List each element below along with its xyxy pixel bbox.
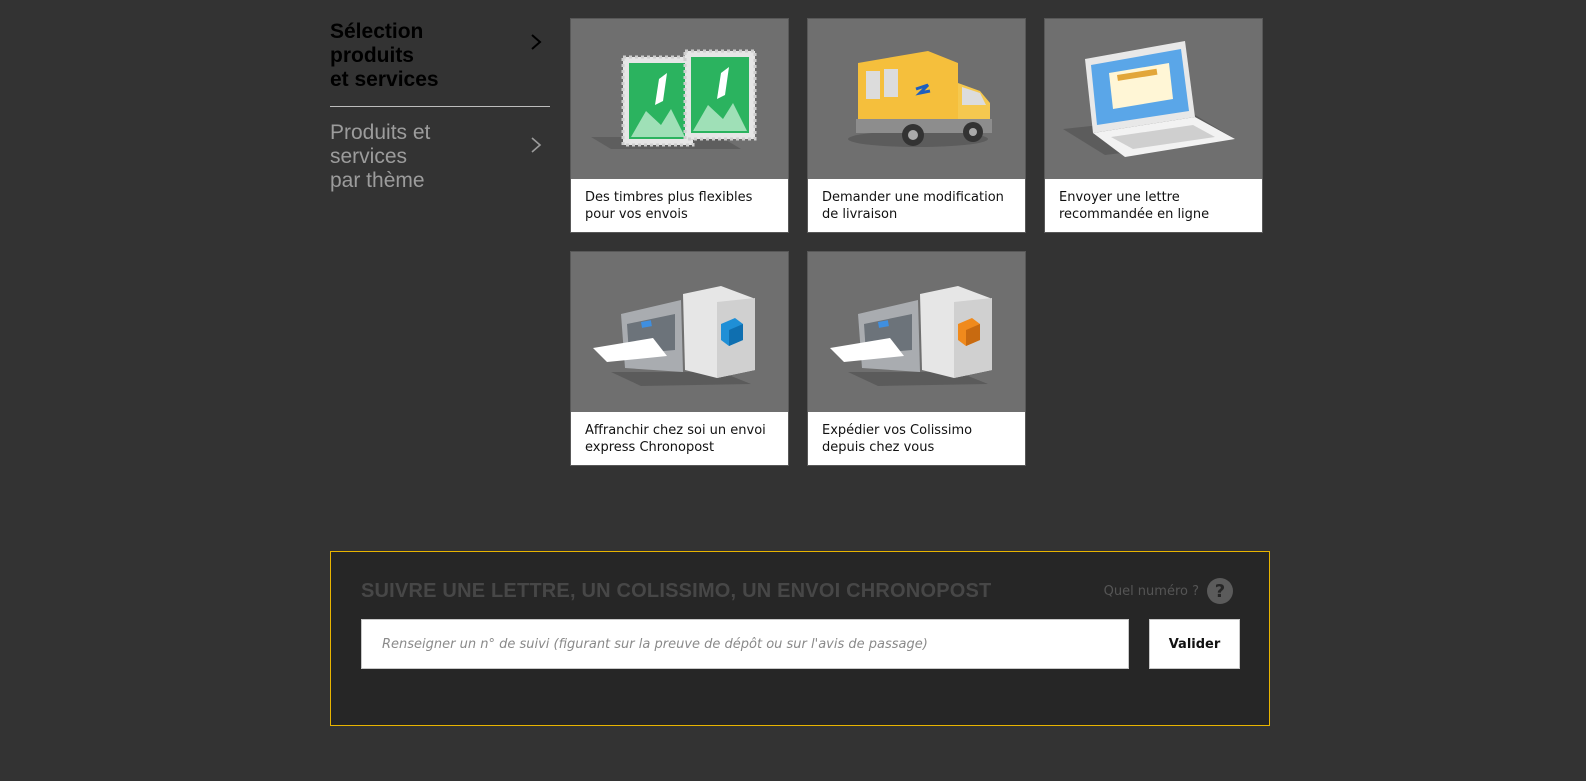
sidebar-item-selection[interactable]: Sélection produits et services bbox=[330, 18, 550, 107]
delivery-van-icon bbox=[848, 51, 992, 147]
help-icon[interactable]: ? bbox=[1207, 578, 1233, 604]
tile-caption: Expédier vos Colissimo depuis chez vous bbox=[822, 423, 973, 455]
tile-image bbox=[808, 252, 1025, 412]
tile-image bbox=[1045, 19, 1262, 179]
tile-caption: Affranchir chez soi un envoi express Chr… bbox=[585, 423, 766, 455]
tile-image bbox=[808, 19, 1025, 179]
tile-caption: Des timbres plus flexibles pour vos envo… bbox=[585, 190, 753, 222]
sidebar-item-label: Produits et services par thème bbox=[330, 121, 431, 192]
sidebar-nav: Sélection produits et services Produits … bbox=[330, 18, 550, 193]
stamps-icon bbox=[591, 49, 757, 149]
help-label: Quel numéro ? bbox=[1103, 583, 1199, 599]
tile-caption: Demander une modification de livraison bbox=[822, 190, 1004, 222]
tracking-panel: SUIVRE UNE LETTRE, UN COLISSIMO, UN ENVO… bbox=[330, 551, 1270, 726]
tracking-title: SUIVRE UNE LETTRE, UN COLISSIMO, UN ENVO… bbox=[361, 580, 992, 602]
tile-image bbox=[571, 19, 788, 179]
laptop-letter-icon bbox=[1063, 41, 1235, 157]
validate-button[interactable]: Valider bbox=[1149, 619, 1240, 669]
tile-registered-letter[interactable]: Envoyer une lettre recommandée en ligne bbox=[1044, 18, 1263, 233]
chevron-right-icon bbox=[531, 137, 542, 153]
printer-parcel-blue-icon bbox=[593, 286, 755, 386]
tile-stamps[interactable]: Des timbres plus flexibles pour vos envo… bbox=[570, 18, 789, 233]
tile-image bbox=[571, 252, 788, 412]
tile-colissimo[interactable]: Expédier vos Colissimo depuis chez vous bbox=[807, 251, 1026, 466]
sidebar-item-themes[interactable]: Produits et services par thème bbox=[330, 121, 550, 193]
printer-parcel-orange-icon bbox=[830, 286, 992, 386]
sidebar-item-label: Sélection produits et services bbox=[330, 20, 439, 91]
chevron-right-icon bbox=[531, 34, 542, 50]
tile-caption: Envoyer une lettre recommandée en ligne bbox=[1059, 190, 1210, 222]
tile-delivery-change[interactable]: Demander une modification de livraison bbox=[807, 18, 1026, 233]
help-link[interactable]: Quel numéro ? ? bbox=[1104, 578, 1233, 604]
tile-chronopost[interactable]: Affranchir chez soi un envoi express Chr… bbox=[570, 251, 789, 466]
tracking-number-input[interactable] bbox=[361, 619, 1129, 669]
